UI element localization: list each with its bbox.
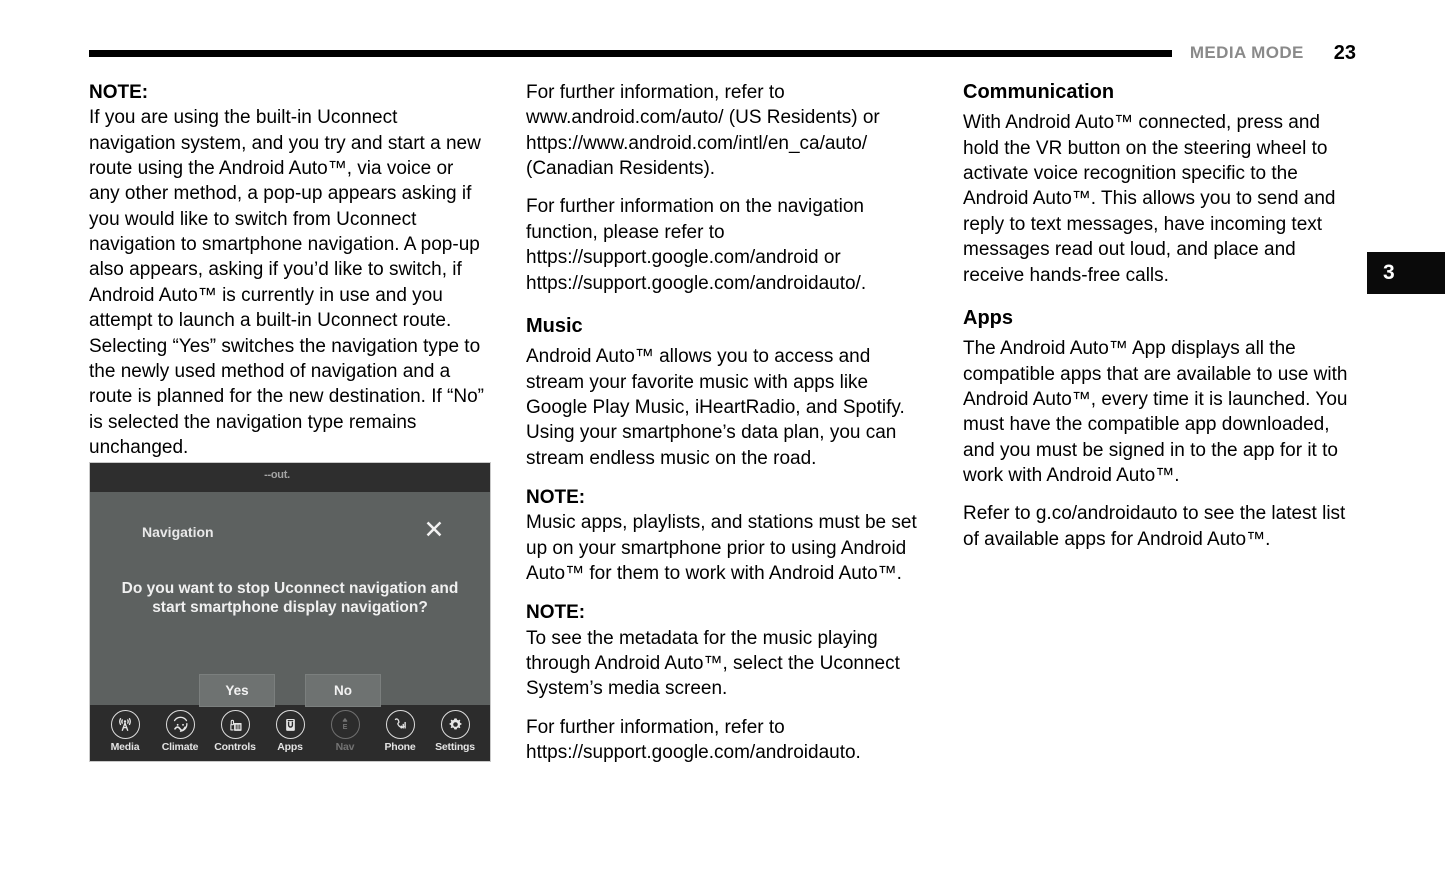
column-middle: For further information, refer to www.an… xyxy=(526,80,922,765)
nav-item-controls[interactable]: Controls xyxy=(208,710,262,753)
nav-label: Settings xyxy=(435,741,475,753)
paragraph-apps: The Android Auto™ App displays all the c… xyxy=(963,338,1348,487)
note-label: NOTE: xyxy=(89,82,149,103)
uconnect-apps-icon xyxy=(275,710,305,739)
nav-item-climate[interactable]: Climate xyxy=(153,710,207,753)
no-button[interactable]: No xyxy=(305,674,381,707)
svg-text:E: E xyxy=(343,723,348,731)
nav-label: Controls xyxy=(214,741,256,753)
paragraph-support-link: For further information, refer to https:… xyxy=(526,716,861,764)
dialog-title: Navigation xyxy=(142,524,214,540)
nav-item-phone[interactable]: Phone xyxy=(373,710,427,753)
note-body-music-setup: Music apps, playlists, and stations must… xyxy=(526,512,917,585)
section-tab-number: 3 xyxy=(1383,261,1395,284)
paragraph-android-links: For further information, refer to www.an… xyxy=(526,82,880,180)
heading-communication: Communication xyxy=(963,81,1115,103)
paragraph-apps-refer: Refer to g.co/androidauto to see the lat… xyxy=(963,503,1346,550)
uconnect-bottom-nav: Media Climate Controls Apps E Nav Phone … xyxy=(90,705,490,761)
nav-label: Apps xyxy=(277,741,303,753)
status-bar-text: --out. xyxy=(264,469,290,481)
nav-label: Media xyxy=(110,741,140,753)
note-label-music-setup: NOTE: xyxy=(526,487,586,509)
uconnect-status-bar: --out. xyxy=(90,463,490,492)
note-label-metadata: NOTE: xyxy=(526,602,586,624)
manual-page: MEDIA MODE 23 3 NOTE: If you are using t… xyxy=(0,0,1445,874)
page-header: MEDIA MODE 23 xyxy=(0,38,1445,68)
close-icon[interactable]: ✕ xyxy=(423,518,445,543)
page-title: MEDIA MODE xyxy=(1189,43,1304,62)
uconnect-screen-figure: --out. Navigation ✕ Do you want to stop … xyxy=(89,462,491,762)
dialog-buttons: Yes No xyxy=(90,674,490,707)
note-body: If you are using the built-in Uconnect n… xyxy=(89,107,485,458)
section-tab: 3 xyxy=(1367,252,1445,294)
heading-music: Music xyxy=(526,314,583,337)
radio-tower-icon xyxy=(110,710,140,739)
paragraph-navigation-support: For further information on the navigatio… xyxy=(526,196,867,294)
vehicle-controls-icon xyxy=(220,710,250,739)
nav-label: Climate xyxy=(161,741,199,753)
nav-item-nav[interactable]: E Nav xyxy=(318,710,372,753)
gear-settings-icon xyxy=(440,710,470,739)
nav-item-settings[interactable]: Settings xyxy=(428,710,482,753)
paragraph-music: Android Auto™ allows you to access and s… xyxy=(526,346,905,469)
column-right: Communication With Android Auto™ connect… xyxy=(963,80,1359,765)
note-body-metadata: To see the metadata for the music playin… xyxy=(526,627,900,700)
climate-fan-icon xyxy=(165,710,195,739)
nav-item-media[interactable]: Media xyxy=(98,710,152,753)
navigation-dialog: Navigation ✕ Do you want to stop Uconnec… xyxy=(90,492,490,707)
page-number: 23 xyxy=(1333,41,1356,64)
nav-label: Phone xyxy=(384,741,416,753)
yes-button[interactable]: Yes xyxy=(199,674,275,707)
heading-apps: Apps xyxy=(963,306,1013,329)
nav-label: Nav xyxy=(335,741,355,753)
header-rule xyxy=(89,49,1172,57)
phone-signal-icon xyxy=(385,710,415,739)
dialog-prompt: Do you want to stop Uconnect navigation … xyxy=(121,580,459,616)
paragraph-communication: With Android Auto™ connected, press and … xyxy=(963,112,1336,286)
compass-nav-icon: E xyxy=(330,710,360,739)
nav-item-apps[interactable]: Apps xyxy=(263,710,317,753)
